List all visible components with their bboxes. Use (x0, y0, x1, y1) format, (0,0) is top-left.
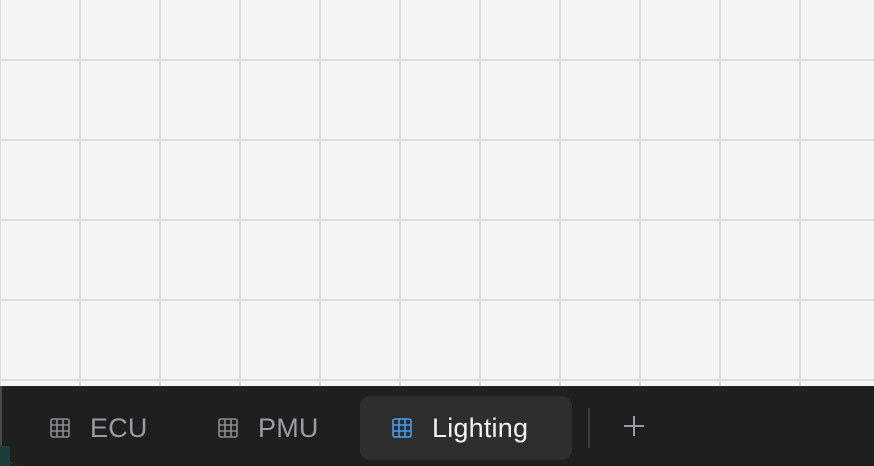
grid-icon (392, 418, 412, 438)
window-corner (0, 446, 10, 466)
tab-lighting[interactable]: Lighting (360, 396, 572, 460)
sheet-tab-bar: ECU PMU Lighting (0, 386, 874, 466)
tab-label: Lighting (432, 412, 529, 443)
tab-label: PMU (258, 412, 319, 443)
grid-icon (218, 418, 238, 438)
tab-ecu[interactable]: ECU (50, 396, 180, 460)
tab-divider (588, 408, 590, 448)
tab-label: ECU (90, 412, 148, 443)
add-tab-button[interactable] (614, 408, 654, 448)
grid-icon (50, 418, 70, 438)
grid-canvas[interactable] (0, 0, 874, 386)
tab-pmu[interactable]: PMU (218, 396, 348, 460)
plus-icon (622, 414, 646, 443)
